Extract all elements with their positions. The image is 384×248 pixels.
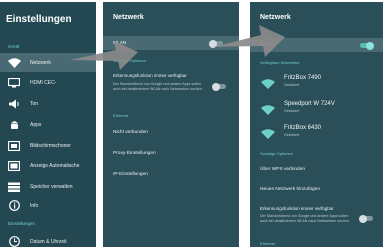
info-icon [7,200,21,212]
settings-item-sound[interactable]: Ton [0,94,96,113]
settings-item-datetime[interactable]: Datum & Uhrzeit [0,232,96,247]
scan-always-switch[interactable] [359,214,373,223]
settings-title: Einstellungen [6,14,72,25]
android-icon [7,119,21,131]
settings-item-label: Netzwerk [30,59,51,66]
settings-item-display[interactable]: Anzeige Automatische [0,156,96,175]
settings-item-label: Speicher verwalten [30,183,73,190]
section-ethernet: Ethernet [113,113,129,118]
scan-always-title: Erkennungsfunktion immer verfügbar [113,73,187,78]
network-state: Gesichert [284,83,300,87]
scan-always-switch[interactable] [212,82,226,91]
section-ethernet: Ethernet [260,241,276,246]
wifi-signal-icon [261,79,275,89]
storage-icon [7,181,21,193]
display-icon [7,160,21,172]
wps-connect-item[interactable]: Über WPS verbinden [260,167,305,172]
settings-item-screensaver[interactable]: Bildschirmschoner [0,136,96,155]
wifi-signal-icon [261,129,275,139]
speaker-icon [7,98,21,110]
wifi-signal-icon [261,105,275,115]
add-network-item[interactable]: Neues Netzwerk hinzufügen [260,187,320,192]
network-name: Speedport W 724V [284,101,335,107]
settings-item-hdmi[interactable]: HDMI CEC- [0,73,96,92]
screensaver-icon [7,140,21,152]
arrow-right-icon [213,25,285,57]
network-title: Netzwerk [113,14,144,21]
hdmi-icon [7,77,21,89]
settings-item-label: HDMI CEC- [30,79,57,86]
settings-item-label: Bildschirmschoner [30,142,71,149]
settings-item-info[interactable]: Info [0,196,96,215]
ip-settings-item[interactable]: IP-Einstellungen [113,172,148,177]
wlan-switch[interactable] [360,41,374,50]
network-name: FritzBox 7490 [284,75,322,81]
scan-always-description: Der Standortdienst von Google und andere… [113,82,203,91]
network-state: Gesichert [284,133,300,137]
settings-item-apps[interactable]: Apps [0,115,96,134]
section-settings-header: Einstellungen [8,221,36,226]
network-state: Gesichert [284,109,300,113]
settings-item-label: Ton [30,100,39,107]
settings-item-label: Anzeige Automatische [30,162,80,169]
ethernet-status[interactable]: Nicht verbunden [113,130,148,135]
arrow-right-icon [70,41,138,70]
clock-icon [7,236,21,248]
section-other-options: Sonstige Optionen [260,151,293,156]
section-device-header: Gerät [8,44,20,49]
network-item[interactable]: Speedport W 724V Gesichert [250,99,383,121]
scan-always-title: Erkennungsfunktion immer verfügbar [260,206,334,211]
settings-item-storage[interactable]: Speicher verwalten [0,177,96,196]
network-item[interactable]: FritzBox 7490 Gesichert [250,73,383,95]
settings-item-label: Apps [30,121,42,128]
settings-item-label: Info [30,202,39,209]
wifi-icon [7,57,21,69]
scan-always-description: Der Standortdienst von Google und andere… [260,214,350,223]
settings-item-label: Datum & Uhrzeit [30,238,67,245]
proxy-settings-item[interactable]: Proxy-Einstellungen [113,151,156,156]
network-name: FritzBox 6430 [284,125,322,131]
network-item[interactable]: FritzBox 6430 Gesichert [250,123,383,145]
section-available-networks: Verfügbare Netzwerke [260,60,300,65]
